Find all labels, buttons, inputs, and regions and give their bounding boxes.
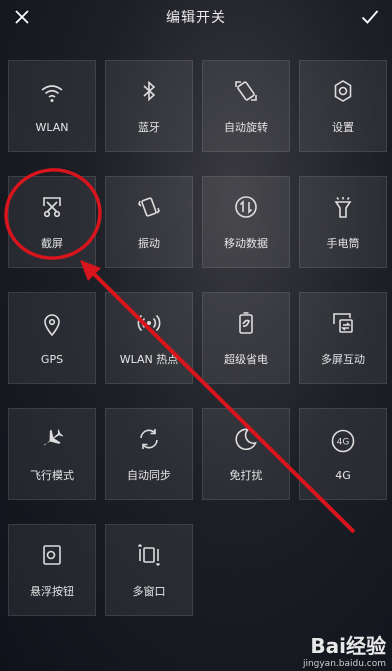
top-bar: 编辑开关: [0, 0, 392, 34]
sync-icon: [135, 425, 163, 453]
toggle-airplane[interactable]: 飞行模式: [8, 408, 96, 500]
page-title: 编辑开关: [166, 10, 226, 26]
toggle-battery-saver[interactable]: 超级省电: [202, 292, 290, 384]
toggle-hotspot[interactable]: WLAN 热点: [105, 292, 193, 384]
toggle-screenshot[interactable]: 截屏: [8, 176, 96, 268]
toggle-auto-rotate[interactable]: 自动旋转: [202, 60, 290, 152]
toggle-label: WLAN: [35, 120, 69, 134]
toggle-4g[interactable]: 4G 4G: [299, 408, 387, 500]
toggle-label: 蓝牙: [138, 121, 160, 134]
screenshot-icon: [38, 193, 66, 221]
gear-icon: [329, 77, 357, 105]
toggle-multiwindow[interactable]: 多窗口: [105, 524, 193, 616]
toggle-bluetooth[interactable]: 蓝牙: [105, 60, 193, 152]
toggle-label: GPS: [40, 352, 64, 366]
multiscreen-icon: [329, 309, 357, 337]
location-icon: [38, 311, 66, 339]
toggle-label: 手电筒: [326, 237, 360, 250]
watermark-brand: Bai经验: [310, 634, 386, 658]
toggle-auto-sync[interactable]: 自动同步: [105, 408, 193, 500]
toggle-label: 移动数据: [224, 237, 268, 250]
toggle-label: 设置: [332, 121, 354, 134]
multiwindow-icon: [135, 541, 163, 569]
check-icon: [361, 10, 379, 24]
flashlight-icon: [329, 193, 357, 221]
4g-icon: 4G: [329, 427, 357, 455]
4g-icon-text: 4G: [337, 437, 350, 447]
toggle-grid: WLAN 蓝牙 自动旋转 设置 截屏 振动 移动数据 手电筒 GPS WLAN …: [8, 60, 387, 616]
toggle-vibrate[interactable]: 振动: [105, 176, 193, 268]
floating-button-icon: [38, 541, 66, 569]
toggle-label: 多屏互动: [321, 353, 365, 366]
toggle-label: WLAN 热点: [119, 353, 179, 366]
toggle-label: 自动同步: [127, 469, 171, 482]
toggle-label: 多窗口: [132, 585, 166, 598]
toggle-flashlight[interactable]: 手电筒: [299, 176, 387, 268]
toggle-label: 超级省电: [224, 353, 268, 366]
toggle-label: 飞行模式: [30, 469, 74, 482]
toggle-label: 自动旋转: [224, 121, 268, 134]
airplane-icon: [38, 425, 66, 453]
toggle-settings[interactable]: 设置: [299, 60, 387, 152]
toggle-label: 悬浮按钮: [30, 585, 74, 598]
watermark: Bai经验 jingyan.baidu.com: [303, 630, 386, 669]
toggle-wlan[interactable]: WLAN: [8, 60, 96, 152]
toggle-label: 免打扰: [229, 469, 263, 482]
toggle-floating-button[interactable]: 悬浮按钮: [8, 524, 96, 616]
close-button[interactable]: [0, 0, 44, 34]
toggle-label: 截屏: [41, 237, 63, 250]
bluetooth-icon: [135, 77, 163, 105]
mobile-data-icon: [232, 193, 260, 221]
moon-icon: [232, 425, 260, 453]
toggle-gps[interactable]: GPS: [8, 292, 96, 384]
toggle-multiscreen[interactable]: 多屏互动: [299, 292, 387, 384]
confirm-button[interactable]: [348, 0, 392, 34]
toggle-do-not-disturb[interactable]: 免打扰: [202, 408, 290, 500]
rotate-icon: [232, 77, 260, 105]
vibrate-icon: [135, 193, 163, 221]
toggle-mobile-data[interactable]: 移动数据: [202, 176, 290, 268]
watermark-url: jingyan.baidu.com: [302, 659, 386, 669]
close-icon: [15, 10, 29, 24]
battery-saver-icon: [232, 309, 260, 337]
toggle-label: 振动: [138, 237, 160, 250]
toggle-label: 4G: [335, 468, 351, 482]
wifi-icon: [38, 79, 66, 107]
hotspot-icon: [135, 309, 163, 337]
